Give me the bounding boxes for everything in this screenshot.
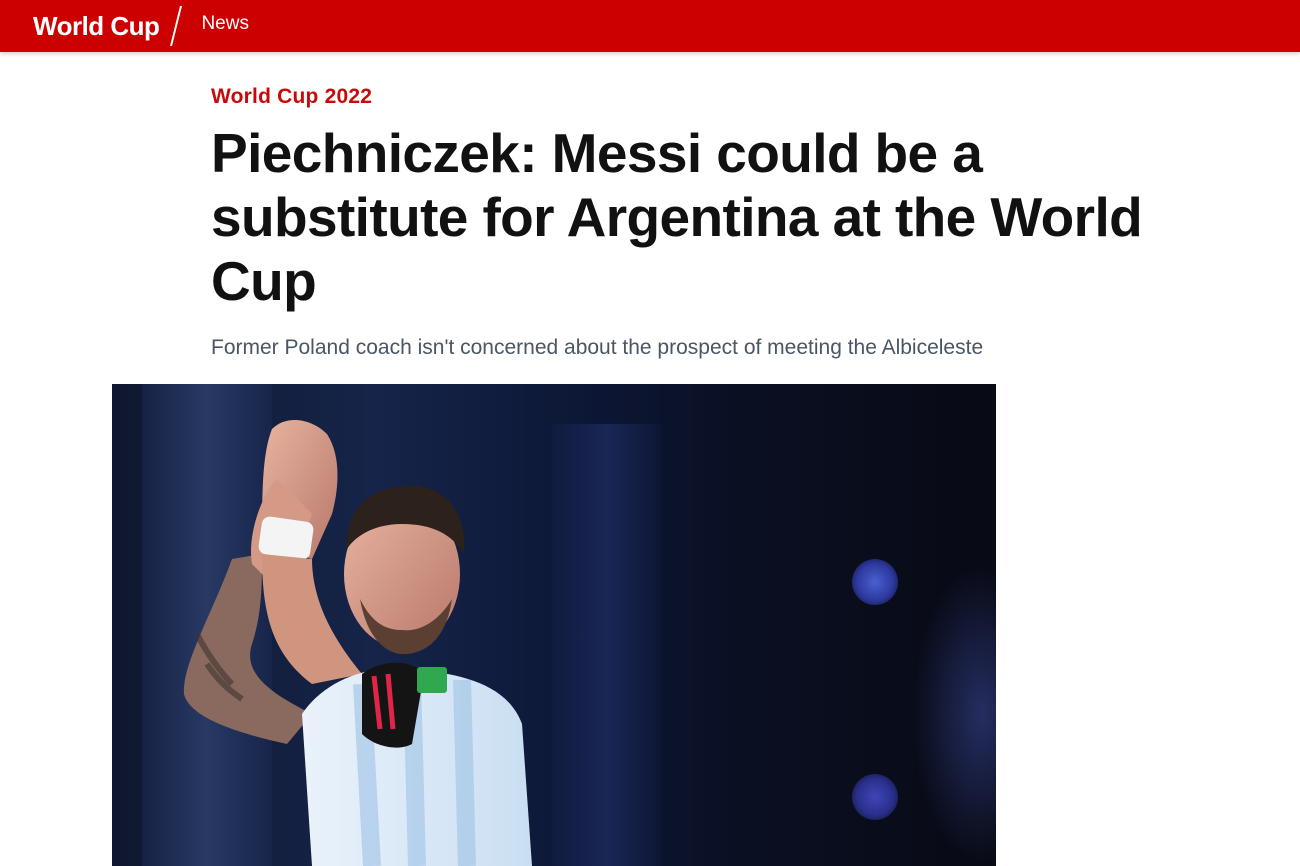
world-cup-home-link[interactable]: World Cup xyxy=(33,11,160,42)
category-link[interactable]: World Cup 2022 xyxy=(211,82,1211,112)
news-nav-link[interactable]: News xyxy=(201,13,249,35)
article-subtitle: Former Poland coach isn't concerned abou… xyxy=(211,336,984,359)
article-header: World Cup 2022 Piechniczek: Messi could … xyxy=(211,82,1211,363)
hero-image xyxy=(112,384,996,866)
top-navigation-bar: World Cup News xyxy=(0,0,1300,52)
article-category: World Cup 2022 xyxy=(211,85,373,108)
player-figure xyxy=(183,419,532,866)
breadcrumb-separator xyxy=(170,6,183,46)
article-headline: Piechniczek: Messi could be a substitute… xyxy=(211,122,1143,312)
